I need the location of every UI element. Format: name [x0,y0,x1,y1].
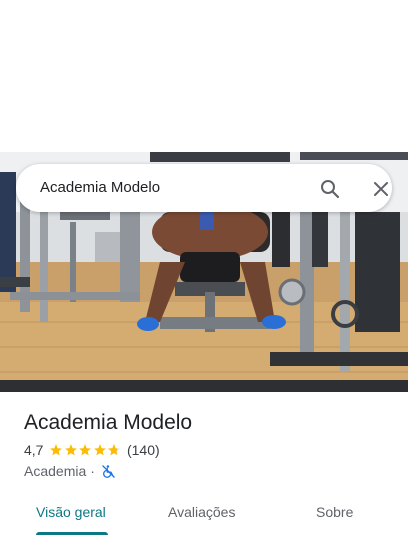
tab-bar: Visão geral Avaliações Sobre [0,496,408,544]
place-info: Academia Modelo 4,7 (140) Academia · [24,409,392,481]
place-title: Academia Modelo [24,411,193,434]
rating-stars [49,443,122,457]
star-icon [50,444,63,456]
place-category: Academia [24,463,87,479]
star-icon [94,444,106,456]
search-bar[interactable]: Academia Modelo [16,164,392,212]
star-half-icon [108,444,121,456]
place-page: Academia Modelo Academia Modelo 4,7 (140… [0,0,408,544]
wheelchair-inaccessible-icon[interactable] [101,464,116,479]
review-count[interactable]: (140) [127,442,160,458]
separator: · [90,463,95,479]
star-icon [79,444,92,456]
search-input[interactable]: Academia Modelo [40,179,160,196]
tab-about[interactable]: Sobre [316,504,353,520]
rating-value: 4,7 [24,442,44,458]
search-icon[interactable] [318,177,342,201]
category-row: Academia · [24,461,392,481]
tab-reviews[interactable]: Avaliações [168,504,235,520]
close-icon[interactable] [369,177,393,201]
star-icon [65,444,77,456]
rating-row[interactable]: 4,7 (140) [24,440,392,460]
active-tab-indicator [36,532,108,535]
tab-overview[interactable]: Visão geral [36,504,106,520]
